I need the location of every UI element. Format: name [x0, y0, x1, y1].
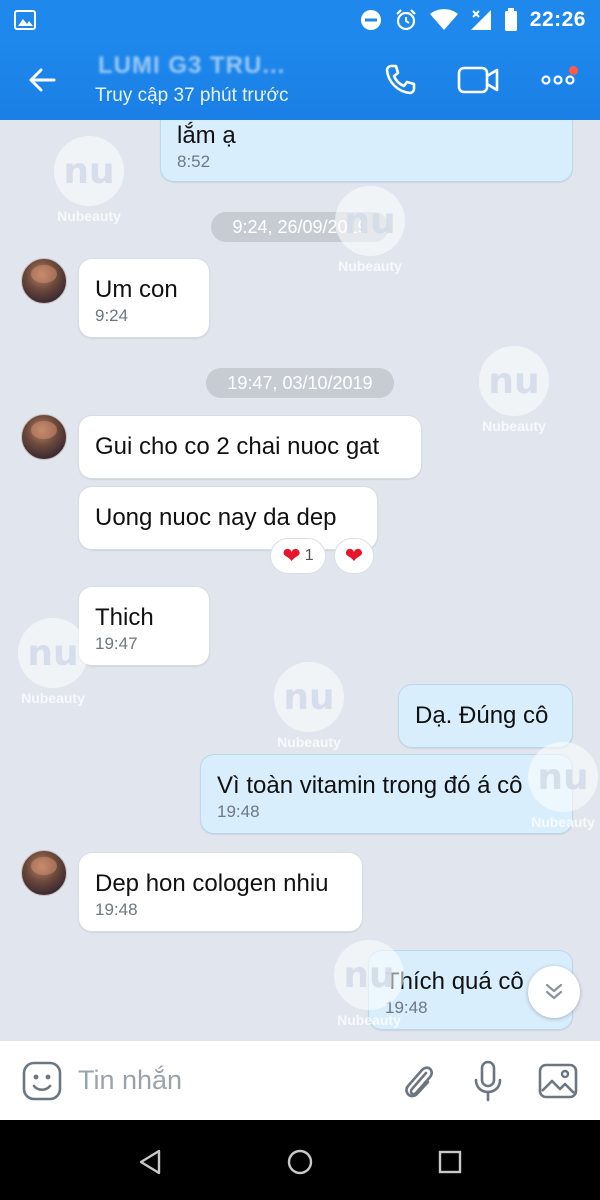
chat-header: LUMI G3 TRU... Truy cập 37 phút trước [0, 40, 600, 120]
date-divider: 19:47, 03/10/2019 [206, 368, 394, 398]
phone-icon [385, 64, 416, 95]
image-icon [538, 1063, 578, 1099]
message-text: lắm ạ [177, 122, 236, 149]
incoming-message[interactable]: Gui cho co 2 chai nuoc gat [78, 415, 422, 479]
incoming-message[interactable]: Dep hon cologen nhiu 19:48 [78, 852, 363, 932]
nav-home-button[interactable] [280, 1142, 320, 1182]
watermark: nu Nubeauty [272, 662, 346, 750]
contact-avatar[interactable] [21, 414, 67, 460]
gallery-notification-icon [14, 10, 36, 30]
message-text: Dạ. Đúng cô [415, 702, 549, 729]
watermark-label: Nubeauty [57, 208, 121, 224]
emoji-icon [22, 1061, 62, 1101]
heart-reaction-icon: ❤ [282, 543, 301, 568]
message-text: Uong nuoc nay da dep [95, 504, 337, 531]
wifi-icon [429, 9, 458, 30]
watermark-label: Nubeauty [338, 258, 402, 274]
outgoing-message[interactable]: Dạ. Đúng cô [398, 684, 573, 748]
add-reaction-button[interactable]: ❤ [334, 538, 374, 574]
more-dots-icon [541, 75, 575, 85]
watermark-label: Nubeauty [277, 734, 341, 750]
watermark-logo: nu [479, 346, 549, 416]
scroll-to-bottom-button[interactable] [528, 966, 580, 1018]
attach-file-button[interactable] [396, 1059, 440, 1103]
incoming-message[interactable]: Uong nuoc nay da dep [78, 486, 378, 550]
outgoing-message[interactable]: lắm ạ 8:52 [160, 120, 573, 182]
watermark-logo: nu [54, 136, 124, 206]
message-input[interactable]: Tin nhắn [78, 1065, 182, 1096]
send-image-button[interactable] [536, 1059, 580, 1103]
paperclip-icon [405, 1066, 433, 1098]
more-options-button[interactable] [536, 58, 580, 102]
message-time: 9:24 [95, 306, 129, 325]
nav-recents-button[interactable] [430, 1142, 470, 1182]
voice-call-button[interactable] [378, 58, 422, 102]
microphone-icon [474, 1060, 502, 1102]
message-time: 19:47 [95, 634, 138, 653]
message-text: Um con [95, 276, 178, 303]
clock: 22:26 [529, 8, 586, 31]
heart-icon: ❤ [344, 543, 364, 568]
last-seen-status: Truy cập 37 phút trước [95, 85, 289, 106]
do-not-disturb-icon [360, 10, 381, 30]
system-navigation-bar [0, 1120, 600, 1200]
video-call-button[interactable] [456, 58, 500, 102]
message-text: Vì toàn vitamin trong đó á cô [217, 772, 523, 799]
reaction-count: 1 [304, 547, 314, 564]
message-time: 19:48 [217, 802, 260, 821]
message-input-bar: Tin nhắn [0, 1040, 600, 1120]
message-list[interactable]: lắm ạ 8:52 9:24, 26/09/2019 Um con 9:24 … [0, 120, 600, 1040]
voice-message-button[interactable] [466, 1059, 510, 1103]
watermark-label: Nubeauty [21, 690, 85, 706]
contact-name[interactable]: LUMI G3 TRU... [98, 52, 285, 80]
message-text: Dep hon cologen nhiu [95, 870, 329, 897]
reaction-summary[interactable]: ❤ 1 [270, 538, 326, 574]
message-text: Gui cho co 2 chai nuoc gat [95, 433, 380, 460]
status-bar: 22:26 [0, 0, 600, 40]
nav-back-button[interactable] [130, 1142, 170, 1182]
alarm-icon [396, 9, 416, 31]
watermark-label: Nubeauty [482, 418, 546, 434]
message-time: 8:52 [177, 152, 211, 171]
message-text: Thich [95, 604, 154, 631]
triangle-back-icon [139, 1149, 161, 1175]
contact-avatar[interactable] [21, 850, 67, 896]
video-camera-icon [457, 66, 499, 94]
incoming-message[interactable]: Thich 19:47 [78, 586, 210, 666]
emoji-button[interactable] [20, 1059, 64, 1103]
square-recents-icon [438, 1150, 462, 1174]
watermark-logo: nu [274, 662, 344, 732]
cellular-signal-icon [470, 10, 491, 30]
date-divider: 9:24, 26/09/2019 [211, 212, 389, 242]
contact-avatar[interactable] [21, 258, 67, 304]
back-button[interactable] [24, 62, 64, 98]
watermark: nu Nubeauty [52, 136, 126, 224]
battery-icon [504, 8, 517, 31]
watermark: nu Nubeauty [477, 346, 551, 434]
notification-dot [569, 66, 578, 75]
back-arrow-icon [29, 68, 56, 92]
outgoing-message[interactable]: Vì toàn vitamin trong đó á cô 19:48 [200, 754, 573, 834]
message-time: 19:48 [95, 900, 138, 919]
double-chevron-down-icon [545, 983, 563, 1000]
incoming-message[interactable]: Um con 9:24 [78, 258, 210, 338]
circle-home-icon [287, 1149, 313, 1175]
